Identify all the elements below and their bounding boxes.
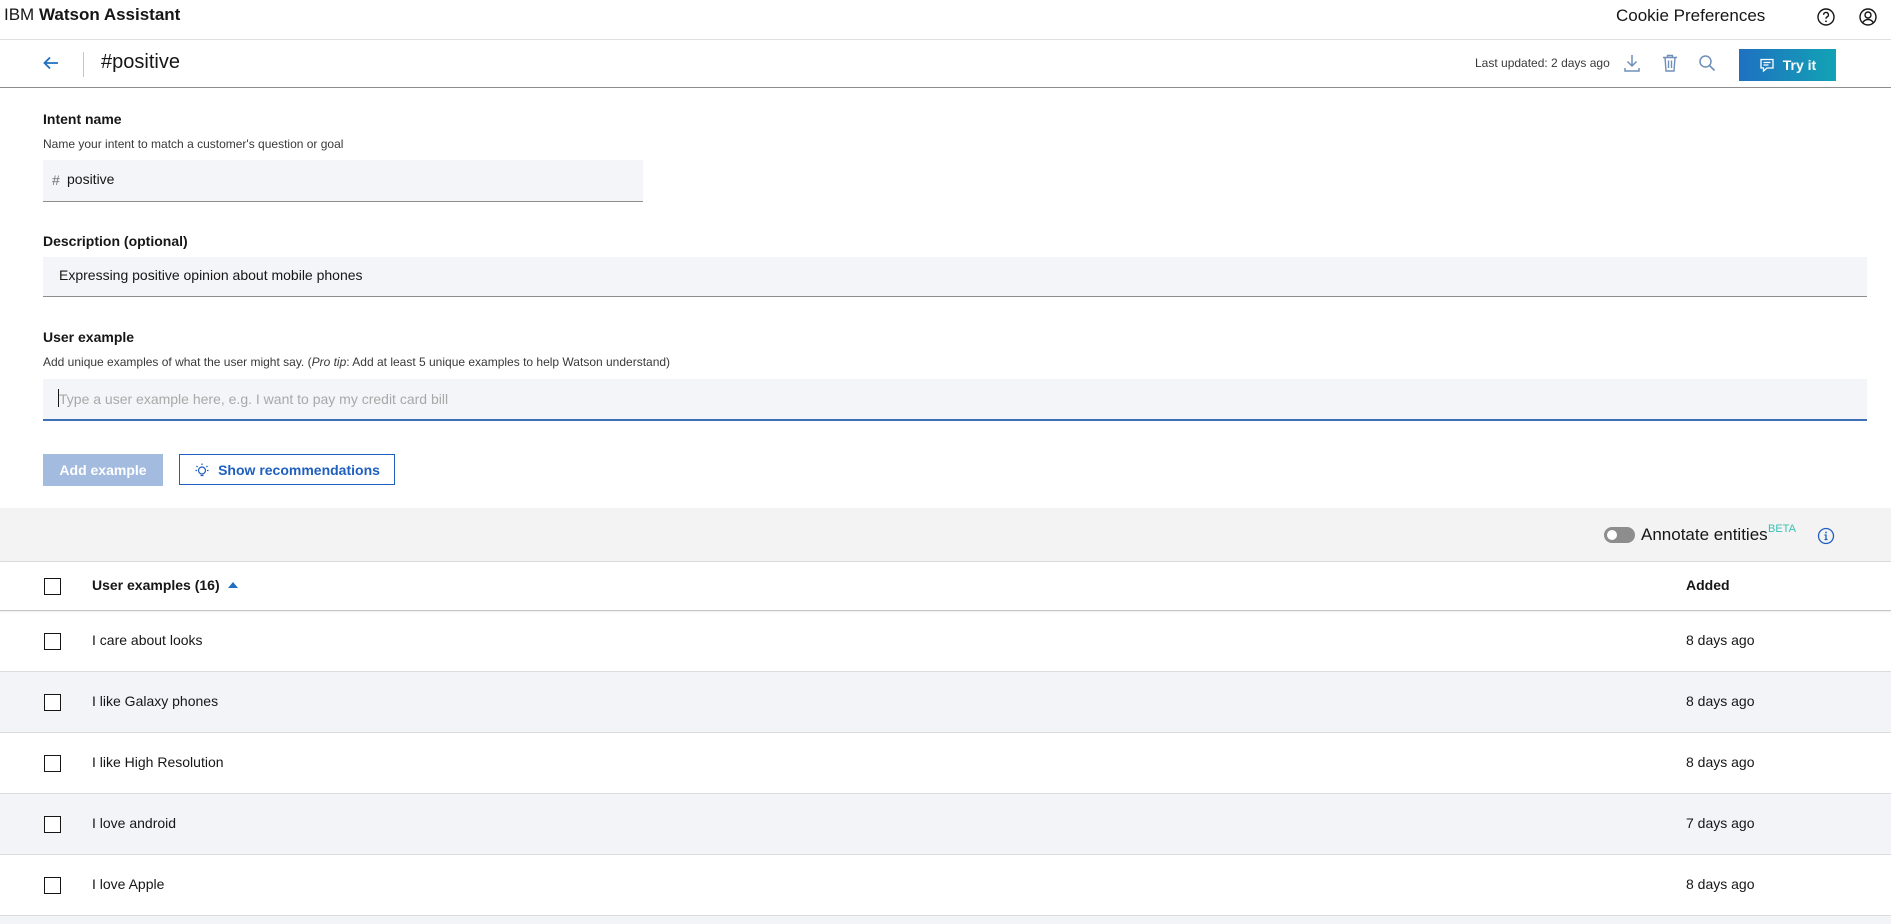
- info-icon[interactable]: [1817, 527, 1835, 545]
- intent-name-label: Intent name: [43, 111, 122, 127]
- help-icon[interactable]: [1816, 7, 1836, 27]
- row-checkbox[interactable]: [44, 755, 61, 772]
- helper-protip: Pro tip: [311, 355, 347, 369]
- app-brand[interactable]: IBM Watson Assistant: [4, 5, 180, 25]
- intent-header: #positive Last updated: 2 days ago Try i…: [0, 40, 1891, 88]
- text-caret: [58, 389, 59, 407]
- top-bar: IBM Watson Assistant Cookie Preferences: [0, 0, 1891, 40]
- user-example-label: User example: [43, 329, 135, 345]
- intent-name-value: positive: [67, 171, 115, 187]
- row-added-date: 7 days ago: [1686, 815, 1755, 831]
- row-example-text[interactable]: I love android: [92, 815, 176, 831]
- helper-prefix: Add unique examples of what the user mig…: [43, 355, 312, 369]
- helper-suffix: : Add at least 5 unique examples to help…: [346, 355, 671, 369]
- user-examples-header-label: User examples (16): [92, 577, 220, 593]
- user-avatar-icon[interactable]: [1858, 7, 1878, 27]
- annotate-entities-bar: Annotate entities BETA: [0, 508, 1891, 562]
- show-recommendations-label: Show recommendations: [218, 461, 380, 478]
- row-example-text[interactable]: I love Apple: [92, 876, 164, 892]
- annotate-entities-label: Annotate entities: [1641, 525, 1768, 544]
- row-checkbox[interactable]: [44, 877, 61, 894]
- show-recommendations-button[interactable]: Show recommendations: [179, 454, 395, 485]
- row-added-date: 8 days ago: [1686, 693, 1755, 709]
- delete-icon[interactable]: [1660, 53, 1680, 73]
- table-row: I like High Resolution 8 days ago: [0, 733, 1891, 794]
- description-label: Description (optional): [43, 233, 188, 249]
- user-examples-column-header[interactable]: User examples (16): [92, 577, 238, 593]
- brand-prefix: IBM: [4, 5, 35, 24]
- add-example-button[interactable]: Add example: [43, 454, 163, 486]
- added-column-header[interactable]: Added: [1686, 577, 1730, 593]
- row-checkbox[interactable]: [44, 694, 61, 711]
- lightbulb-icon: [195, 463, 209, 476]
- header-divider: [83, 52, 84, 77]
- chat-icon: [1760, 58, 1774, 73]
- intent-name-helper: Name your intent to match a customer's q…: [43, 137, 344, 151]
- try-it-label: Try it: [1782, 57, 1817, 73]
- hash-prefix: #: [52, 172, 60, 188]
- row-checkbox[interactable]: [44, 633, 61, 650]
- table-row: I love android 7 days ago: [0, 794, 1891, 855]
- row-example-text[interactable]: I care about looks: [92, 632, 203, 648]
- row-checkbox[interactable]: [44, 816, 61, 833]
- description-field[interactable]: Expressing positive opinion about mobile…: [43, 257, 1867, 297]
- back-arrow-icon[interactable]: [41, 53, 61, 73]
- row-example-text[interactable]: I like High Resolution: [92, 754, 224, 770]
- user-example-input[interactable]: [43, 379, 1867, 421]
- toggle-knob: [1607, 530, 1617, 540]
- select-all-checkbox[interactable]: [44, 578, 61, 595]
- beta-badge: BETA: [1768, 523, 1796, 535]
- row-added-date: 8 days ago: [1686, 876, 1755, 892]
- row-example-text[interactable]: I like Galaxy phones: [92, 693, 218, 709]
- sort-ascending-icon: [227, 582, 238, 588]
- table-row: I like Galaxy phones 8 days ago: [0, 672, 1891, 733]
- annotate-entities-toggle[interactable]: [1604, 527, 1635, 543]
- brand-name: Watson Assistant: [38, 5, 181, 24]
- search-icon[interactable]: [1697, 53, 1717, 73]
- cookie-preferences-link[interactable]: Cookie Preferences: [1616, 6, 1765, 26]
- table-row: I care about looks 8 days ago: [0, 611, 1891, 672]
- description-value: Expressing positive opinion about mobile…: [59, 267, 363, 283]
- table-header: User examples (16) Added: [0, 562, 1891, 611]
- intent-name-field[interactable]: # positive: [43, 160, 643, 202]
- last-updated-text: Last updated: 2 days ago: [1475, 56, 1610, 70]
- table-row: I love Apple 8 days ago: [0, 855, 1891, 916]
- download-icon[interactable]: [1622, 53, 1642, 73]
- table-row-partial: [0, 916, 1891, 924]
- page-title: #positive: [101, 51, 180, 73]
- row-added-date: 8 days ago: [1686, 632, 1755, 648]
- try-it-button[interactable]: Try it: [1739, 49, 1836, 81]
- row-added-date: 8 days ago: [1686, 754, 1755, 770]
- user-example-helper: Add unique examples of what the user mig…: [43, 355, 670, 369]
